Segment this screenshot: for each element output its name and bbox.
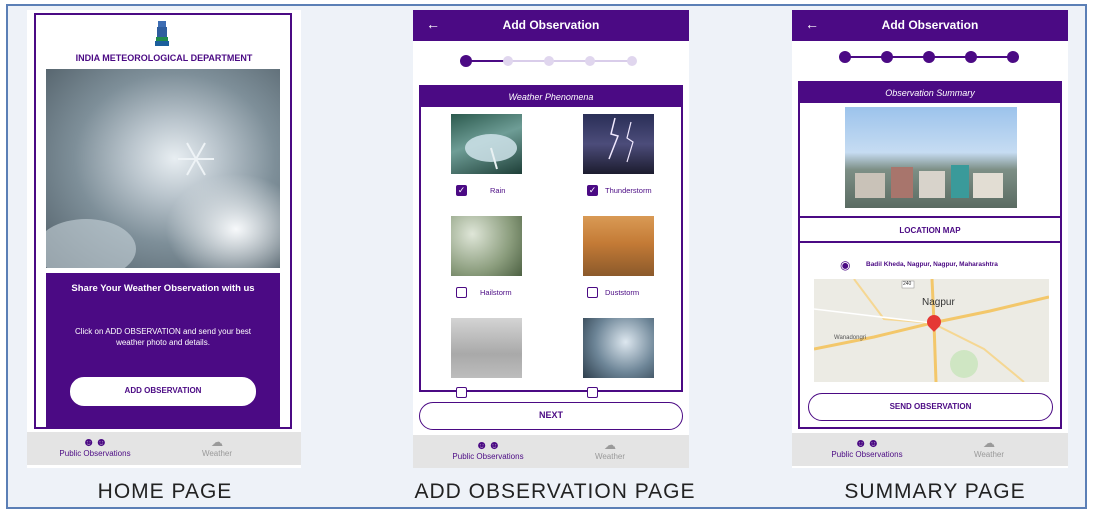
app-bar: ← Add Observation	[792, 10, 1068, 41]
page-title: Add Observation	[881, 18, 979, 32]
caption-home: HOME PAGE	[97, 480, 233, 503]
checkbox-rain[interactable]: ✓	[456, 185, 467, 196]
tab-public-observations[interactable]: ☻☻ Public Observations	[443, 438, 533, 461]
cloud-icon: ☁	[604, 438, 616, 452]
home-panel: Share Your Weather Observation with us C…	[46, 273, 280, 427]
home-body: Click on ADD OBSERVATION and send your b…	[74, 327, 252, 347]
location-pin-icon: ◉	[840, 258, 851, 272]
rain-photo[interactable]	[451, 114, 522, 174]
checkbox-snow[interactable]	[587, 387, 598, 398]
caption-add-observation: ADD OBSERVATION PAGE	[414, 480, 696, 503]
emblem-icon	[153, 20, 171, 48]
tab-public-label: Public Observations	[831, 450, 903, 459]
app-bar: ← Add Observation	[413, 10, 689, 41]
checkbox-fog[interactable]	[456, 387, 467, 398]
tab-weather[interactable]: ☁ Weather	[964, 436, 1014, 459]
checkbox-duststorm[interactable]	[587, 287, 598, 298]
map-city-label: Nagpur	[922, 297, 955, 308]
step-4	[585, 56, 595, 66]
step-2	[881, 51, 893, 63]
bottom-nav: ☻☻ Public Observations ☁ Weather	[413, 435, 689, 468]
tab-public-observations[interactable]: ☻☻ Public Observations	[55, 435, 135, 458]
step-2	[503, 56, 513, 66]
hero-image	[46, 69, 280, 268]
tab-weather-label: Weather	[973, 450, 1005, 459]
step-5	[1007, 51, 1019, 63]
checkbox-thunderstorm[interactable]: ✓	[587, 185, 598, 196]
page-title: Add Observation	[502, 18, 600, 32]
next-button[interactable]: NEXT	[419, 402, 683, 430]
thunderstorm-photo[interactable]	[583, 114, 654, 174]
bottom-nav: ☻☻ Public Observations ☁ Weather	[792, 433, 1068, 466]
tab-weather[interactable]: ☁ Weather	[585, 438, 635, 461]
label-duststorm: Duststorm	[605, 288, 640, 297]
location-map-header: LOCATION MAP	[899, 226, 961, 235]
stepper-line-active	[471, 60, 505, 62]
step-3	[923, 51, 935, 63]
observation-photo	[845, 107, 1017, 208]
summary-screen: ← Add Observation Observation Summary LO…	[792, 10, 1068, 468]
tab-public-label: Public Observations	[59, 449, 131, 458]
snowflake-icon	[46, 142, 280, 268]
divider	[800, 216, 1060, 218]
hailstorm-photo[interactable]	[451, 216, 522, 276]
step-1	[839, 51, 851, 63]
home-screen: INDIA METEOROLOGICAL DEPARTMENT Share Yo…	[27, 10, 301, 468]
fog-photo[interactable]	[451, 318, 522, 378]
card-title: Observation Summary	[800, 83, 1060, 103]
people-icon: ☻☻	[854, 436, 880, 450]
map-road-label: 240	[903, 281, 912, 287]
add-observation-screen: ← Add Observation Weather Phenomena ✓ Ra…	[413, 10, 689, 468]
tab-public-observations[interactable]: ☻☻ Public Observations	[822, 436, 912, 459]
label-thunderstorm: Thunderstorm	[605, 186, 652, 195]
checkbox-hailstorm[interactable]	[456, 287, 467, 298]
label-rain: Rain	[490, 186, 506, 195]
cloud-icon: ☁	[211, 435, 223, 449]
step-4	[965, 51, 977, 63]
address: Badil Kheda, Nagpur, Nagpur, Maharashtra	[866, 261, 998, 268]
map-area-label: Wanadongri	[834, 335, 867, 341]
phenomena-card: Weather Phenomena ✓ Rain ✓ Thunderstorm …	[419, 85, 683, 398]
summary-card: Observation Summary LOCATION MAP ◉ Badil…	[798, 81, 1062, 429]
tab-weather-label: Weather	[594, 452, 626, 461]
send-observation-button[interactable]: SEND OBSERVATION	[808, 393, 1053, 421]
cloud-icon: ☁	[983, 436, 995, 450]
step-5	[627, 56, 637, 66]
caption-summary: SUMMARY PAGE	[844, 480, 1026, 503]
snow-photo[interactable]	[583, 318, 654, 378]
tab-public-label: Public Observations	[452, 452, 524, 461]
people-icon: ☻☻	[475, 438, 501, 452]
people-icon: ☻☻	[82, 435, 108, 449]
home-heading: Share Your Weather Observation with us	[71, 283, 255, 294]
tab-weather[interactable]: ☁ Weather	[192, 435, 242, 458]
divider	[800, 241, 1060, 243]
bottom-nav: ☻☻ Public Observations ☁ Weather	[27, 432, 301, 465]
duststorm-photo[interactable]	[583, 216, 654, 276]
org-title: INDIA METEOROLOGICAL DEPARTMENT	[75, 53, 253, 63]
add-observation-button[interactable]: ADD OBSERVATION	[70, 377, 256, 406]
card-title: Weather Phenomena	[421, 87, 681, 107]
step-3	[544, 56, 554, 66]
label-hailstorm: Hailstorm	[480, 288, 512, 297]
location-map[interactable]: 240 Nagpur Wanadongri	[814, 279, 1049, 382]
tab-weather-label: Weather	[201, 449, 233, 458]
